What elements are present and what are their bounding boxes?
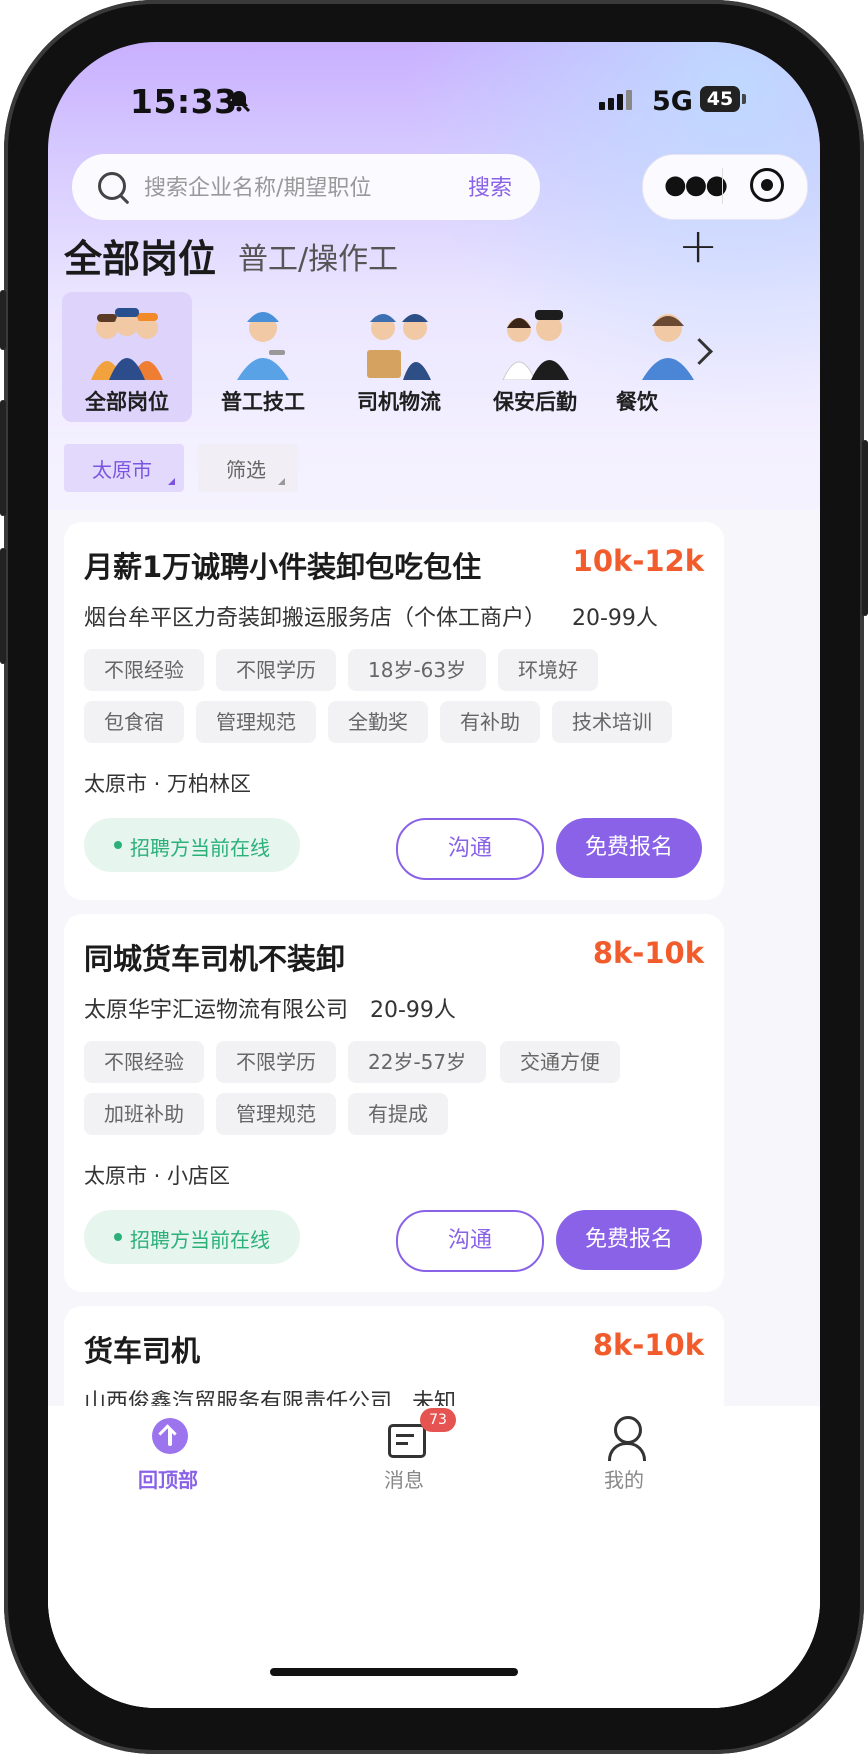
job-salary: 8k-10k xyxy=(592,936,704,970)
recruiter-online-label: 招聘方当前在线 xyxy=(130,836,270,860)
battery-icon: 45 xyxy=(700,86,740,112)
job-tag: 管理规范 xyxy=(196,701,316,743)
category-driver-logistics[interactable]: 司机物流 xyxy=(334,292,464,422)
job-title: 货车司机 xyxy=(84,1334,201,1368)
category-label: 保安后勤 xyxy=(493,390,577,414)
job-tag: 管理规范 xyxy=(216,1093,336,1135)
dropdown-corner-icon xyxy=(168,478,175,485)
category-label: 司机物流 xyxy=(357,390,441,414)
chat-button[interactable]: 沟通 xyxy=(396,1210,544,1272)
job-tag: 技术培训 xyxy=(552,701,672,743)
job-tag: 加班补助 xyxy=(84,1093,204,1135)
job-tag: 环境好 xyxy=(498,649,598,691)
city-filter-label: 太原市 xyxy=(92,458,152,482)
job-tag: 不限学历 xyxy=(216,1041,336,1083)
battery-tip xyxy=(742,94,746,104)
cellular-signal-icon xyxy=(599,90,632,110)
category-label: 餐饮 xyxy=(616,390,658,414)
category-security-support[interactable]: 保安后勤 xyxy=(470,292,600,422)
category-security-illustration xyxy=(502,310,569,380)
category-label: 普工技工 xyxy=(221,390,305,414)
add-icon[interactable]: + xyxy=(678,218,718,274)
category-all-illustration xyxy=(91,308,163,380)
job-tag: 全勤奖 xyxy=(328,701,428,743)
category-all[interactable]: 全部岗位 xyxy=(62,292,192,422)
job-tag: 不限经验 xyxy=(84,649,204,691)
category-driver-illustration xyxy=(367,314,431,380)
job-title: 同城货车司机不装卸 xyxy=(84,942,346,976)
network-type: 5G xyxy=(652,86,693,117)
job-tag: 有提成 xyxy=(348,1093,448,1135)
category-label: 全部岗位 xyxy=(85,390,169,414)
tab-label-me: 我的 xyxy=(604,1468,644,1492)
company-size: 20-99人 xyxy=(572,606,658,631)
company-size: 20-99人 xyxy=(370,998,456,1023)
job-salary: 10k-12k xyxy=(572,544,704,578)
filter-label: 筛选 xyxy=(226,458,266,482)
job-tag: 包食宿 xyxy=(84,701,184,743)
app-screen: 15:33 5G 45 搜索企业名称/期望职位 搜索 ●●● 全部岗位 普工/操… xyxy=(48,42,820,1708)
job-tag: 交通方便 xyxy=(500,1041,620,1083)
apply-button[interactable]: 免费报名 xyxy=(556,818,702,878)
company-name: 太原华宇汇运物流有限公司 xyxy=(84,998,349,1023)
tab-all-jobs[interactable]: 全部岗位 xyxy=(64,228,216,283)
company-name: 烟台牟平区力奇装卸搬运服务店（个体工商户） xyxy=(84,606,547,631)
home-indicator xyxy=(270,1668,518,1676)
tab-label-messages: 消息 xyxy=(384,1468,424,1492)
search-button[interactable]: 搜索 xyxy=(468,170,512,202)
status-time: 15:33 xyxy=(130,82,238,121)
job-location: 太原市 · 小店区 xyxy=(84,1164,231,1188)
bell-muted-icon xyxy=(226,88,252,121)
message-icon xyxy=(388,1424,426,1458)
online-dot xyxy=(114,841,122,849)
message-badge: 73 xyxy=(420,1408,456,1432)
category-catering[interactable]: 餐饮 xyxy=(606,292,696,422)
more-icon[interactable]: ●●● xyxy=(664,170,728,200)
online-dot xyxy=(114,1233,122,1241)
chat-button[interactable]: 沟通 xyxy=(396,818,544,880)
job-title: 月薪1万诚聘小件装卸包吃包住 xyxy=(84,550,482,584)
volume-up-button xyxy=(0,400,6,516)
job-tag: 22岁-57岁 xyxy=(348,1041,487,1083)
message-icon-line xyxy=(396,1434,414,1437)
dropdown-corner-icon xyxy=(278,478,285,485)
capsule-divider xyxy=(722,168,723,204)
mute-switch xyxy=(0,290,6,350)
search-input[interactable]: 搜索企业名称/期望职位 xyxy=(144,170,371,202)
category-catering-illustration xyxy=(642,314,694,380)
message-icon-line xyxy=(396,1442,408,1445)
apply-button[interactable]: 免费报名 xyxy=(556,1210,702,1270)
power-button xyxy=(862,440,868,616)
volume-down-button xyxy=(0,548,6,664)
tab-general-worker[interactable]: 普工/操作工 xyxy=(238,234,398,278)
category-worker-illustration xyxy=(237,312,289,380)
recruiter-online-label: 招聘方当前在线 xyxy=(130,1228,270,1252)
close-miniprogram-icon[interactable] xyxy=(750,168,784,202)
job-tag: 有补助 xyxy=(440,701,540,743)
job-location: 太原市 · 万柏林区 xyxy=(84,772,252,796)
job-tag: 不限学历 xyxy=(216,649,336,691)
tab-label-top: 回顶部 xyxy=(138,1468,198,1492)
job-tag: 不限经验 xyxy=(84,1041,204,1083)
job-salary: 8k-10k xyxy=(592,1328,704,1362)
user-icon xyxy=(614,1416,642,1444)
category-skilled-worker[interactable]: 普工技工 xyxy=(198,292,328,422)
job-tag: 18岁-63岁 xyxy=(348,649,487,691)
search-icon xyxy=(98,172,126,200)
